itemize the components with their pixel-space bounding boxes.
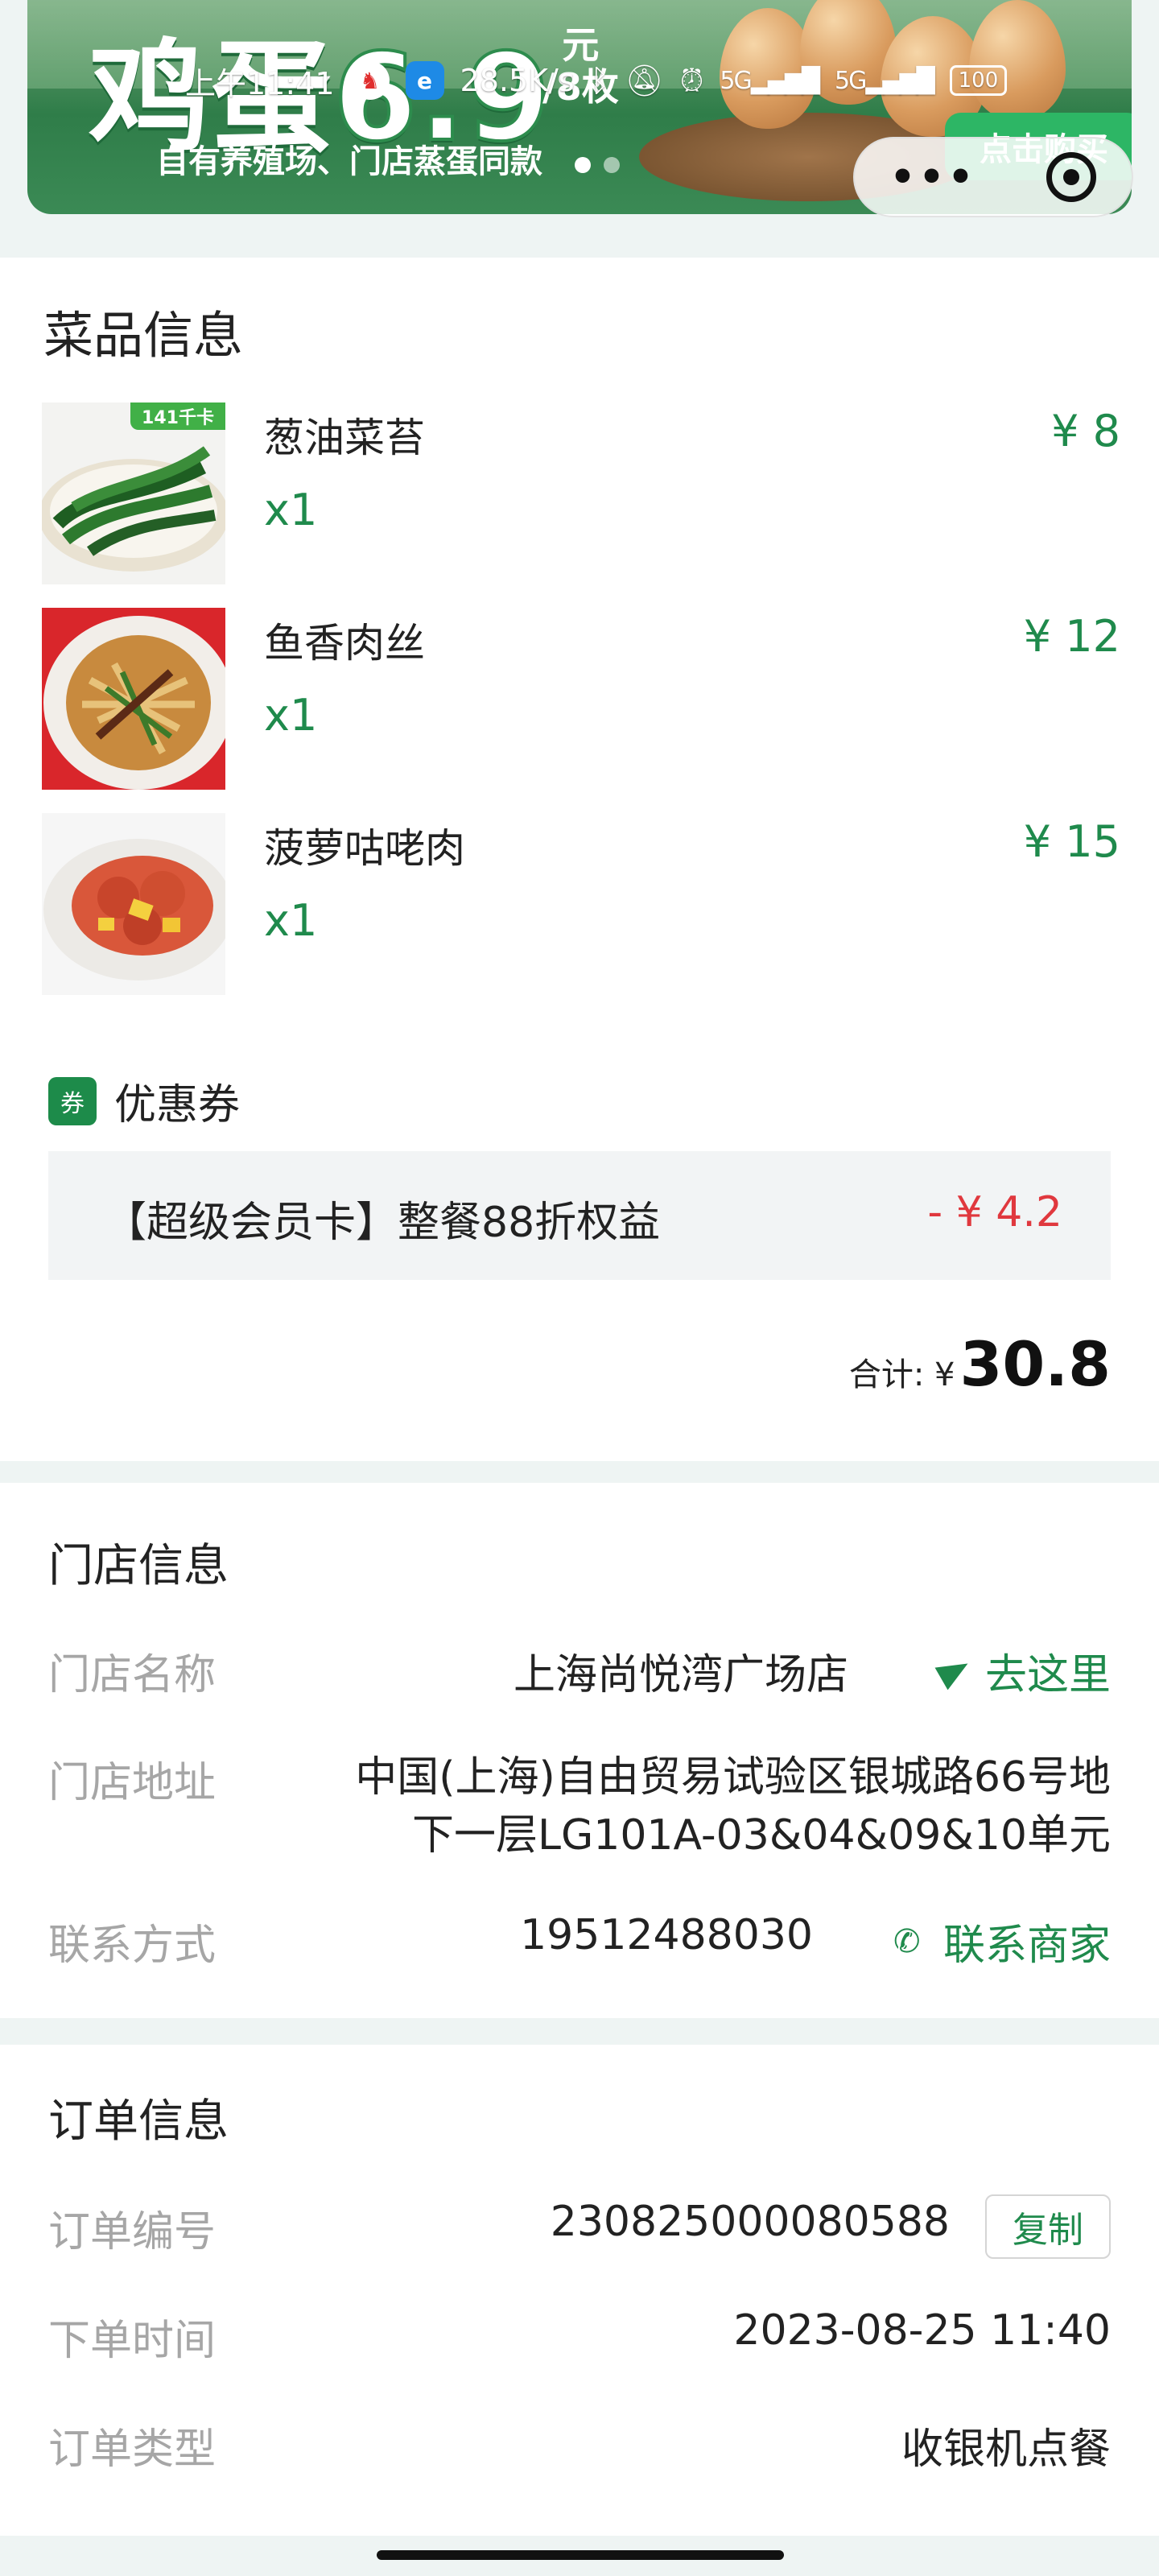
store-card: 门店信息 门店名称 上海尚悦湾广场店 去这里 门店地址 中国(上海)自由贸易试验… — [0, 1483, 1159, 2018]
coupon-icon: 券 — [48, 1076, 97, 1125]
signal-2-icon: 5G▂▄▆█ — [835, 66, 935, 95]
store-phone-value: 19512488030 — [520, 1911, 813, 1959]
order-section-title: 订单信息 — [48, 2095, 229, 2148]
order-type-value: 收银机点餐 — [901, 2425, 1111, 2474]
dish-name: 菠萝咕咾肉 — [264, 825, 465, 872]
coupon-row[interactable]: 【超级会员卡】整餐88折权益 - ¥ 4.2 — [48, 1151, 1111, 1280]
dish-quantity: x1 — [264, 895, 318, 946]
order-number-value: 230825000080588 — [550, 2198, 950, 2246]
mini-program-capsule: ••• — [853, 137, 1133, 217]
order-time-label: 下单时间 — [48, 2317, 217, 2365]
carousel-dot[interactable] — [604, 157, 620, 173]
coupon-discount: - ¥ 4.2 — [927, 1188, 1062, 1236]
calorie-badge: 141千卡 — [130, 402, 225, 430]
store-name-label: 门店名称 — [48, 1651, 217, 1699]
order-type-label: 订单类型 — [48, 2425, 217, 2474]
dish-name: 鱼香肉丝 — [264, 620, 425, 667]
store-address-value: 中国(上海)自由贸易试验区银城路66号地 下一层LG101A-03&04&09&… — [355, 1753, 1111, 1860]
phone-icon: ✆ — [893, 1922, 921, 1960]
contact-merchant-button[interactable]: ✆ 联系商家 — [893, 1911, 1111, 1971]
copy-button[interactable]: 复制 — [985, 2194, 1111, 2259]
coupon-text: 【超级会员卡】整餐88折权益 — [105, 1199, 661, 1247]
more-icon[interactable]: ••• — [890, 157, 977, 197]
dish-item[interactable]: 141千卡 葱油菜苔 x1 ¥ 8 — [42, 402, 1120, 584]
dish-quantity: x1 — [264, 485, 318, 535]
dish-price: ¥ 15 — [1023, 816, 1120, 867]
total-value: 30.8 — [959, 1328, 1111, 1400]
close-target-icon[interactable] — [1046, 152, 1097, 202]
store-section-title: 门店信息 — [48, 1540, 229, 1592]
dish-item[interactable]: 鱼香肉丝 x1 ¥ 12 — [42, 608, 1120, 790]
dish-image — [42, 813, 225, 995]
dish-name: 葱油菜苔 — [264, 415, 425, 461]
alarm-icon: ⏰︎ — [679, 62, 704, 98]
dish-image: 141千卡 — [42, 402, 225, 584]
navigate-button[interactable]: 去这里 — [934, 1641, 1111, 1701]
banner-area: 鸡蛋6.9 元 /8枚 自有养殖场、门店蒸蛋同款 点击购买 上午11:41 ♞ … — [0, 0, 1159, 242]
navigation-arrow-icon — [934, 1652, 975, 1690]
store-contact-row: 联系方式 19512488030 ✆ 联系商家 — [48, 1911, 1111, 1970]
coupon-header: 券 优惠券 — [48, 1071, 240, 1131]
signal-1-icon: 5G▂▄▆█ — [720, 66, 820, 95]
dish-image — [42, 608, 225, 790]
order-card: 订单信息 订单编号 230825000080588 复制 下单时间 2023-0… — [0, 2045, 1159, 2536]
order-number-label: 订单编号 — [48, 2208, 217, 2256]
status-bar: 上午11:41 ♞ e 28.5K/s ᛒ 🔕︎ ⏰︎ 5G▂▄▆█ 5G▂▄▆… — [185, 56, 1008, 105]
store-name-row: 门店名称 上海尚悦湾广场店 去这里 — [48, 1641, 1111, 1699]
home-indicator[interactable] — [377, 2550, 784, 2560]
mute-icon: 🔕︎ — [625, 62, 664, 98]
dish-quantity: x1 — [264, 690, 318, 741]
carousel-dots — [575, 157, 620, 173]
order-time-row: 下单时间 2023-08-25 11:40 — [48, 2306, 1111, 2365]
order-type-row: 订单类型 收银机点餐 — [48, 2415, 1111, 2474]
store-name-value: 上海尚悦湾广场店 — [513, 1651, 848, 1699]
coupon-label: 优惠券 — [114, 1081, 241, 1129]
app-notification-icon: ♞ — [350, 61, 390, 100]
dish-price: ¥ 8 — [1051, 406, 1120, 456]
dishes-section-title: 菜品信息 — [43, 306, 244, 365]
store-address-label: 门店地址 — [48, 1759, 217, 1807]
bluetooth-icon: ᛒ — [590, 63, 609, 98]
store-address-row: 门店地址 中国(上海)自由贸易试验区银城路66号地 下一层LG101A-03&0… — [48, 1748, 1111, 1861]
order-total: 合计: ¥ 30.8 — [849, 1328, 1111, 1400]
order-time-value: 2023-08-25 11:40 — [733, 2306, 1111, 2355]
dish-item[interactable]: 菠萝咕咾肉 x1 ¥ 15 — [42, 813, 1120, 995]
network-speed: 28.5K/s — [460, 63, 575, 98]
total-label: 合计: ¥ — [848, 1356, 955, 1393]
banner-subtitle: 自有养殖场、门店蒸蛋同款 — [156, 143, 542, 180]
browser-notification-icon: e — [405, 61, 444, 100]
dishes-card: 菜品信息 141千卡 葱油菜苔 x1 ¥ 8 鱼香肉丝 x1 ¥ 12 菠萝咕咾… — [0, 258, 1159, 1461]
dish-price: ¥ 12 — [1023, 611, 1120, 662]
battery-icon: 100 — [949, 65, 1008, 96]
status-time: 上午11:41 — [185, 65, 335, 101]
store-contact-label: 联系方式 — [48, 1922, 217, 1970]
order-number-row: 订单编号 230825000080588 复制 — [48, 2194, 1111, 2262]
carousel-dot[interactable] — [575, 157, 591, 173]
